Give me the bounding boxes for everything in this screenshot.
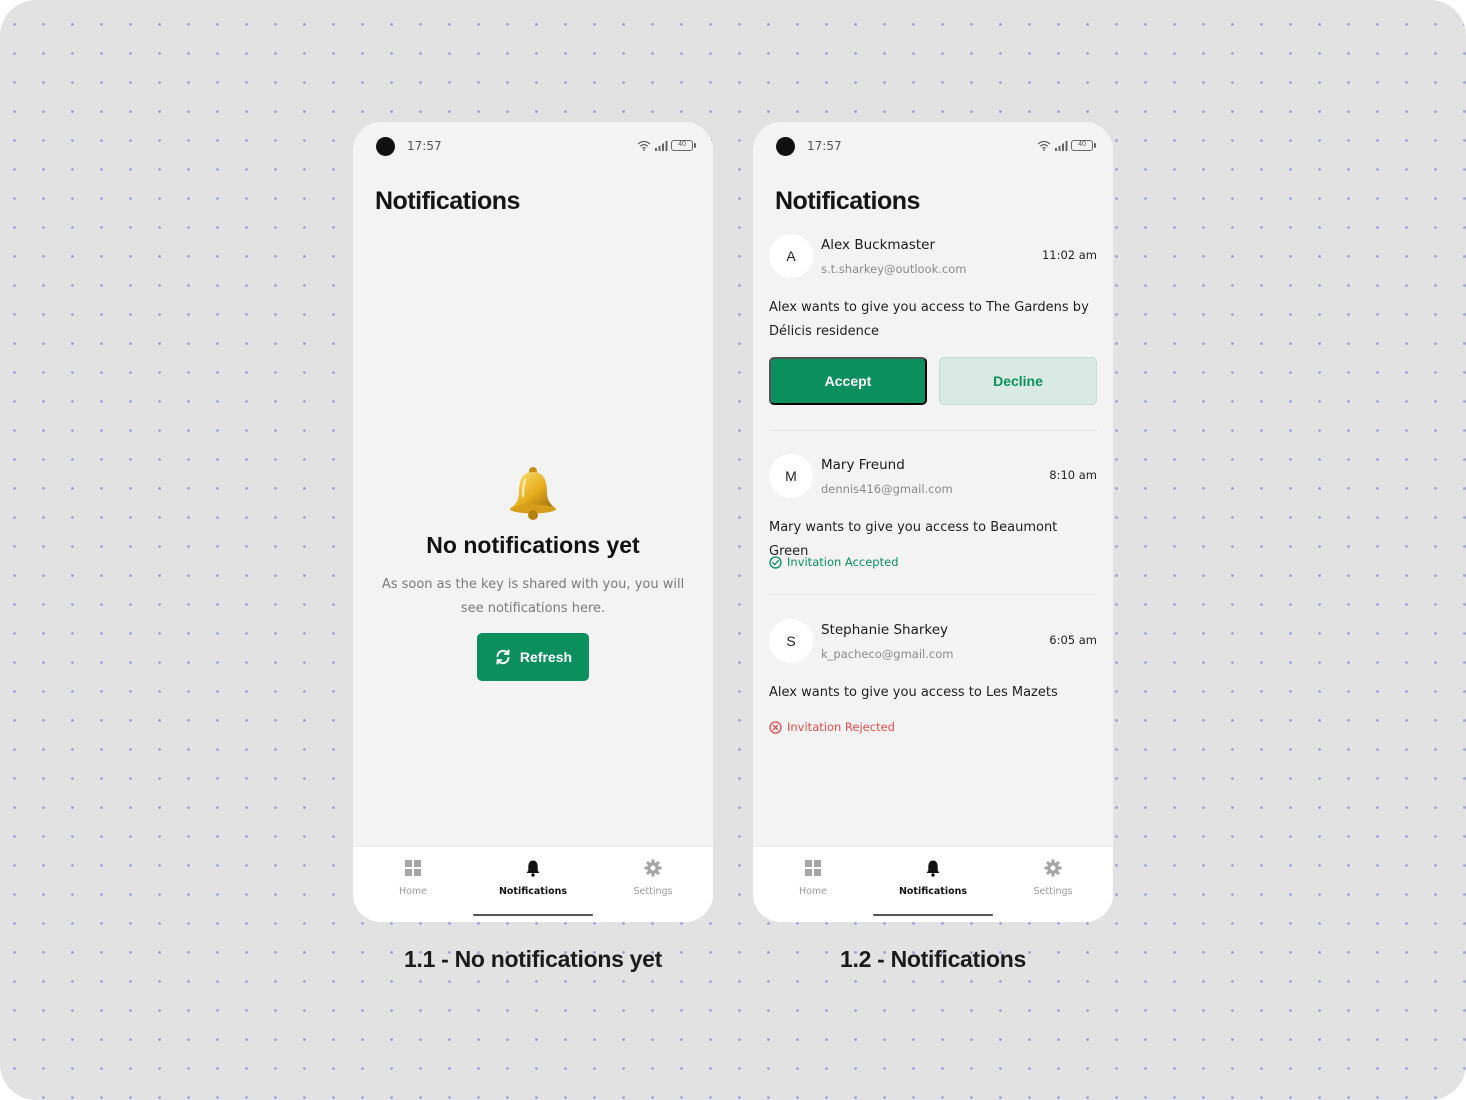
- grid-icon: [805, 860, 821, 876]
- sender-email: s.t.sharkey@outlook.com: [821, 262, 967, 276]
- empty-description: As soon as the key is shared with you, y…: [381, 577, 685, 616]
- status-icons: 40: [637, 138, 696, 152]
- notification-time: 6:05 am: [1049, 633, 1097, 647]
- tab-home-label: Home: [798, 886, 828, 897]
- battery-icon: 40: [671, 139, 696, 151]
- status-bar: 17:57 40: [353, 122, 713, 170]
- invitation-actions: Accept Decline: [769, 357, 1097, 405]
- bell-icon: [526, 860, 540, 877]
- tab-home[interactable]: Home: [353, 859, 473, 897]
- wifi-icon: [1037, 140, 1051, 151]
- wifi-icon: [637, 140, 651, 151]
- gear-icon: [1044, 859, 1062, 877]
- battery-level: 40: [1078, 140, 1086, 148]
- sender-email: k_pacheco@gmail.com: [821, 647, 954, 661]
- accept-button[interactable]: Accept: [769, 357, 927, 405]
- x-circle-icon: [769, 720, 782, 734]
- tab-notifications[interactable]: Notifications: [473, 859, 593, 897]
- tab-settings-label: Settings: [1033, 886, 1073, 897]
- battery-icon: 40: [1071, 139, 1096, 151]
- home-indicator: [873, 914, 993, 916]
- gear-icon: [644, 859, 662, 877]
- notification-time: 8:10 am: [1049, 468, 1097, 482]
- empty-title: No notifications yet: [426, 532, 640, 558]
- tab-settings[interactable]: Settings: [993, 859, 1113, 897]
- signal-icon: [655, 140, 668, 151]
- caption-screen-2: 1.2 - Notifications: [840, 946, 1026, 972]
- check-circle-icon: [769, 555, 782, 569]
- tab-notifications-label: Notifications: [898, 886, 968, 897]
- notification-message: Alex wants to give you access to Les Maz…: [769, 685, 1058, 700]
- tab-settings-label: Settings: [633, 886, 673, 897]
- sender-name: Alex Buckmaster: [821, 237, 935, 253]
- avatar: A: [769, 234, 813, 278]
- empty-state: No notifications yet As soon as the key …: [353, 462, 713, 681]
- divider: [769, 594, 1097, 595]
- avatar: M: [769, 454, 813, 498]
- tab-home-label: Home: [398, 886, 428, 897]
- refresh-icon: [496, 649, 510, 665]
- status-text: Invitation Accepted: [787, 555, 899, 569]
- bell-icon: [503, 462, 563, 522]
- camera-cutout: [376, 137, 395, 156]
- tab-notifications[interactable]: Notifications: [873, 859, 993, 897]
- notification-item: A Alex Buckmaster s.t.sharkey@outlook.co…: [769, 234, 1097, 405]
- tab-bar: Home Notifications Settings: [753, 846, 1113, 922]
- status-bar: 17:57 40: [753, 122, 1113, 170]
- refresh-button[interactable]: Refresh: [477, 633, 589, 681]
- tab-settings[interactable]: Settings: [593, 859, 713, 897]
- sender-email: dennis416@gmail.com: [821, 482, 953, 496]
- notification-item: S Stephanie Sharkey k_pacheco@gmail.com …: [769, 619, 1097, 739]
- status-time: 17:57: [407, 139, 442, 153]
- caption-screen-1: 1.1 - No notifications yet: [403, 946, 662, 972]
- status-icons: 40: [1037, 138, 1096, 152]
- canvas: 17:57 40 Notifications No notifications …: [0, 0, 1466, 1100]
- status-rejected: Invitation Rejected: [769, 720, 895, 734]
- sender-name: Mary Freund: [821, 457, 905, 473]
- notification-item: M Mary Freund dennis416@gmail.com 8:10 a…: [769, 454, 1097, 574]
- phone-notifications: 17:57 40 Notifications A Alex Buckmaster…: [753, 122, 1113, 922]
- notification-time: 11:02 am: [1041, 248, 1097, 262]
- tab-home[interactable]: Home: [753, 859, 873, 897]
- grid-icon: [405, 860, 421, 876]
- tab-notifications-label: Notifications: [498, 886, 568, 897]
- signal-icon: [1055, 140, 1068, 151]
- home-indicator: [473, 914, 593, 916]
- phone-no-notifications: 17:57 40 Notifications No notifications …: [353, 122, 713, 922]
- divider: [769, 430, 1097, 431]
- bell-icon: [926, 860, 940, 877]
- status-accepted: Invitation Accepted: [769, 555, 899, 569]
- avatar: S: [769, 619, 813, 663]
- refresh-label: Refresh: [519, 649, 573, 665]
- decline-button[interactable]: Decline: [939, 357, 1097, 405]
- camera-cutout: [776, 137, 795, 156]
- battery-level: 40: [678, 140, 686, 148]
- status-text: Invitation Rejected: [787, 720, 895, 734]
- status-time: 17:57: [807, 139, 842, 153]
- sender-name: Stephanie Sharkey: [821, 622, 949, 638]
- notification-message: Alex wants to give you access to The Gar…: [769, 300, 1089, 339]
- page-title: Notifications: [775, 187, 920, 215]
- tab-bar: Home Notifications Settings: [353, 846, 713, 922]
- page-title: Notifications: [375, 187, 520, 215]
